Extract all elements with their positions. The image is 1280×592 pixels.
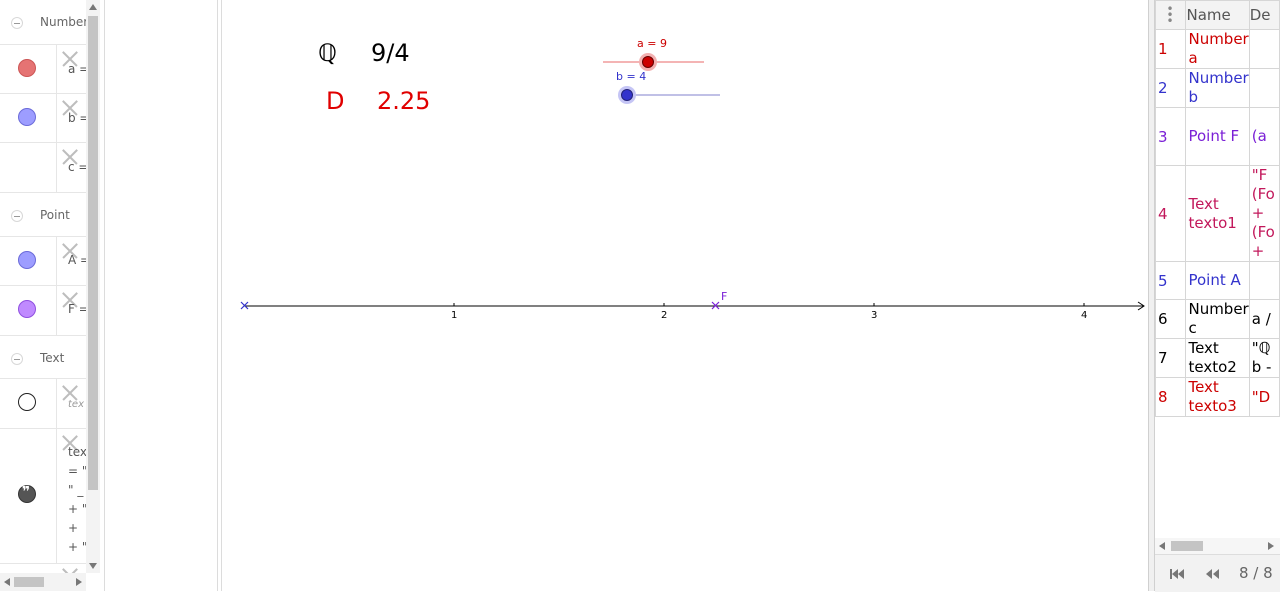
protocol-row[interactable]: 7 Text texto2 "ℚ b - — [1155, 338, 1280, 378]
category-label: Text — [40, 351, 65, 365]
column-menu-header[interactable]: • • • — [1155, 0, 1187, 30]
protocol-table: • • • Name De 1 Number a 2 Number b 3 Poin… — [1155, 0, 1280, 417]
scroll-right-icon[interactable] — [76, 578, 82, 586]
quote-marble-icon[interactable]: ❞ — [18, 484, 36, 503]
row-definition: "F (Fo + (Fo + — [1248, 165, 1280, 262]
algebra-definition[interactable]: b = — [68, 109, 86, 128]
graphics-canvas[interactable] — [222, 0, 1148, 591]
scroll-down-icon[interactable] — [89, 563, 97, 569]
protocol-row[interactable]: 8 Text texto3 "D — [1155, 377, 1280, 417]
axis-tick-label: 2 — [661, 310, 668, 321]
protocol-row[interactable]: 4 Text texto1 "F (Fo + (Fo + — [1155, 165, 1280, 262]
row-number: 3 — [1155, 107, 1187, 166]
visibility-marble-icon[interactable] — [18, 300, 36, 318]
protocol-navigation-bar: 8 / 8 — [1155, 554, 1280, 592]
row-name: Point A — [1185, 261, 1250, 300]
collapse-icon[interactable] — [11, 353, 23, 365]
row-number: 4 — [1155, 165, 1187, 262]
column-header-definition[interactable]: De — [1248, 0, 1280, 30]
scrollbar-thumb[interactable] — [88, 16, 98, 490]
category-point[interactable]: Point — [0, 192, 86, 241]
row-definition: a / — [1248, 299, 1280, 339]
row-definition: "ℚ b - — [1248, 338, 1280, 378]
scrollbar-thumb[interactable] — [14, 577, 44, 587]
algebra-definition[interactable]: tex = " " _ + " + + " — [68, 443, 86, 557]
visibility-marble-icon[interactable] — [18, 59, 36, 77]
row-number: 1 — [1155, 29, 1187, 69]
category-number[interactable]: Number — [0, 0, 89, 48]
row-name: Text texto2 — [1185, 338, 1250, 378]
algebra-vertical-scrollbar[interactable] — [86, 0, 100, 573]
algebra-definition[interactable]: F = — [68, 300, 86, 319]
scroll-right-icon[interactable] — [1268, 542, 1274, 550]
row-number: 8 — [1155, 377, 1187, 417]
kebab-menu-icon[interactable]: • • • — [1167, 3, 1174, 27]
algebra-definition[interactable]: c = — [68, 158, 86, 177]
construction-protocol: • • • Name De 1 Number a 2 Number b 3 Poin… — [1155, 0, 1280, 591]
category-text[interactable]: Text — [0, 335, 86, 384]
axis-tick-label: 4 — [1081, 310, 1088, 321]
visibility-marble-icon[interactable] — [18, 108, 36, 126]
category-label: Number — [40, 15, 89, 29]
algebra-row-texto1[interactable]: tex — [0, 378, 86, 429]
view-divider[interactable] — [1148, 0, 1155, 591]
algebra-definition[interactable]: a = — [68, 60, 86, 79]
scroll-left-icon[interactable] — [4, 578, 10, 586]
row-name: Number c — [1185, 299, 1250, 339]
row-name: Number b — [1185, 68, 1250, 108]
step-indicator: 8 / 8 — [1239, 564, 1273, 582]
row-definition — [1248, 261, 1280, 300]
algebra-view: Number a = b = c = Point A = F = Text te… — [0, 0, 100, 591]
previous-step-icon[interactable] — [1204, 566, 1220, 580]
row-number: 7 — [1155, 338, 1187, 378]
row-number: 5 — [1155, 261, 1187, 300]
algebra-row-texto2[interactable]: ❞ tex = " " _ + " + + " — [0, 428, 86, 564]
empty-view-panel — [104, 0, 218, 591]
axis-tick-label: 1 — [451, 310, 458, 321]
row-number: 6 — [1155, 299, 1187, 339]
protocol-row[interactable]: 6 Number c a / — [1155, 299, 1280, 339]
row-definition: "D — [1248, 377, 1280, 417]
algebra-horizontal-scrollbar[interactable] — [0, 573, 86, 591]
scroll-left-icon[interactable] — [1159, 542, 1165, 550]
protocol-row[interactable]: 5 Point A — [1155, 261, 1280, 300]
row-name: Point F — [1185, 107, 1250, 166]
row-number: 2 — [1155, 68, 1187, 108]
protocol-row[interactable]: 3 Point F (a — [1155, 107, 1280, 166]
category-label: Point — [40, 208, 70, 222]
visibility-marble-icon[interactable] — [18, 251, 36, 269]
algebra-row-b[interactable]: b = — [0, 93, 86, 143]
protocol-row[interactable]: 2 Number b — [1155, 68, 1280, 108]
algebra-definition[interactable]: A = — [68, 251, 86, 270]
algebra-row-F[interactable]: F = — [0, 285, 86, 335]
algebra-row-A[interactable]: A = — [0, 236, 86, 286]
collapse-icon[interactable] — [11, 210, 23, 222]
algebra-definition[interactable]: tex — [68, 395, 86, 414]
graphics-view[interactable]: ℚ 9/4 D 2.25 a = 9 b = 4 F 1 2 3 4 — [222, 0, 1148, 591]
first-step-icon[interactable] — [1169, 566, 1185, 580]
row-definition — [1248, 29, 1280, 69]
visibility-marble-icon[interactable] — [18, 393, 36, 411]
row-name: Number a — [1185, 29, 1250, 69]
slider-b-handle — [621, 89, 633, 101]
algebra-row-c[interactable]: c = — [0, 142, 86, 192]
column-header-name[interactable]: Name — [1185, 0, 1250, 30]
protocol-row[interactable]: 1 Number a — [1155, 29, 1280, 69]
row-definition: (a — [1248, 107, 1280, 166]
slider-a-handle — [642, 56, 654, 68]
row-name: Text texto3 — [1185, 377, 1250, 417]
algebra-row-a[interactable]: a = — [0, 44, 86, 94]
axis-tick-label: 3 — [871, 310, 878, 321]
protocol-horizontal-scrollbar[interactable] — [1155, 538, 1280, 554]
collapse-icon[interactable] — [11, 17, 23, 29]
scroll-up-icon[interactable] — [89, 4, 97, 10]
row-definition — [1248, 68, 1280, 108]
row-name: Text texto1 — [1185, 165, 1250, 262]
scrollbar-thumb[interactable] — [1171, 541, 1203, 551]
